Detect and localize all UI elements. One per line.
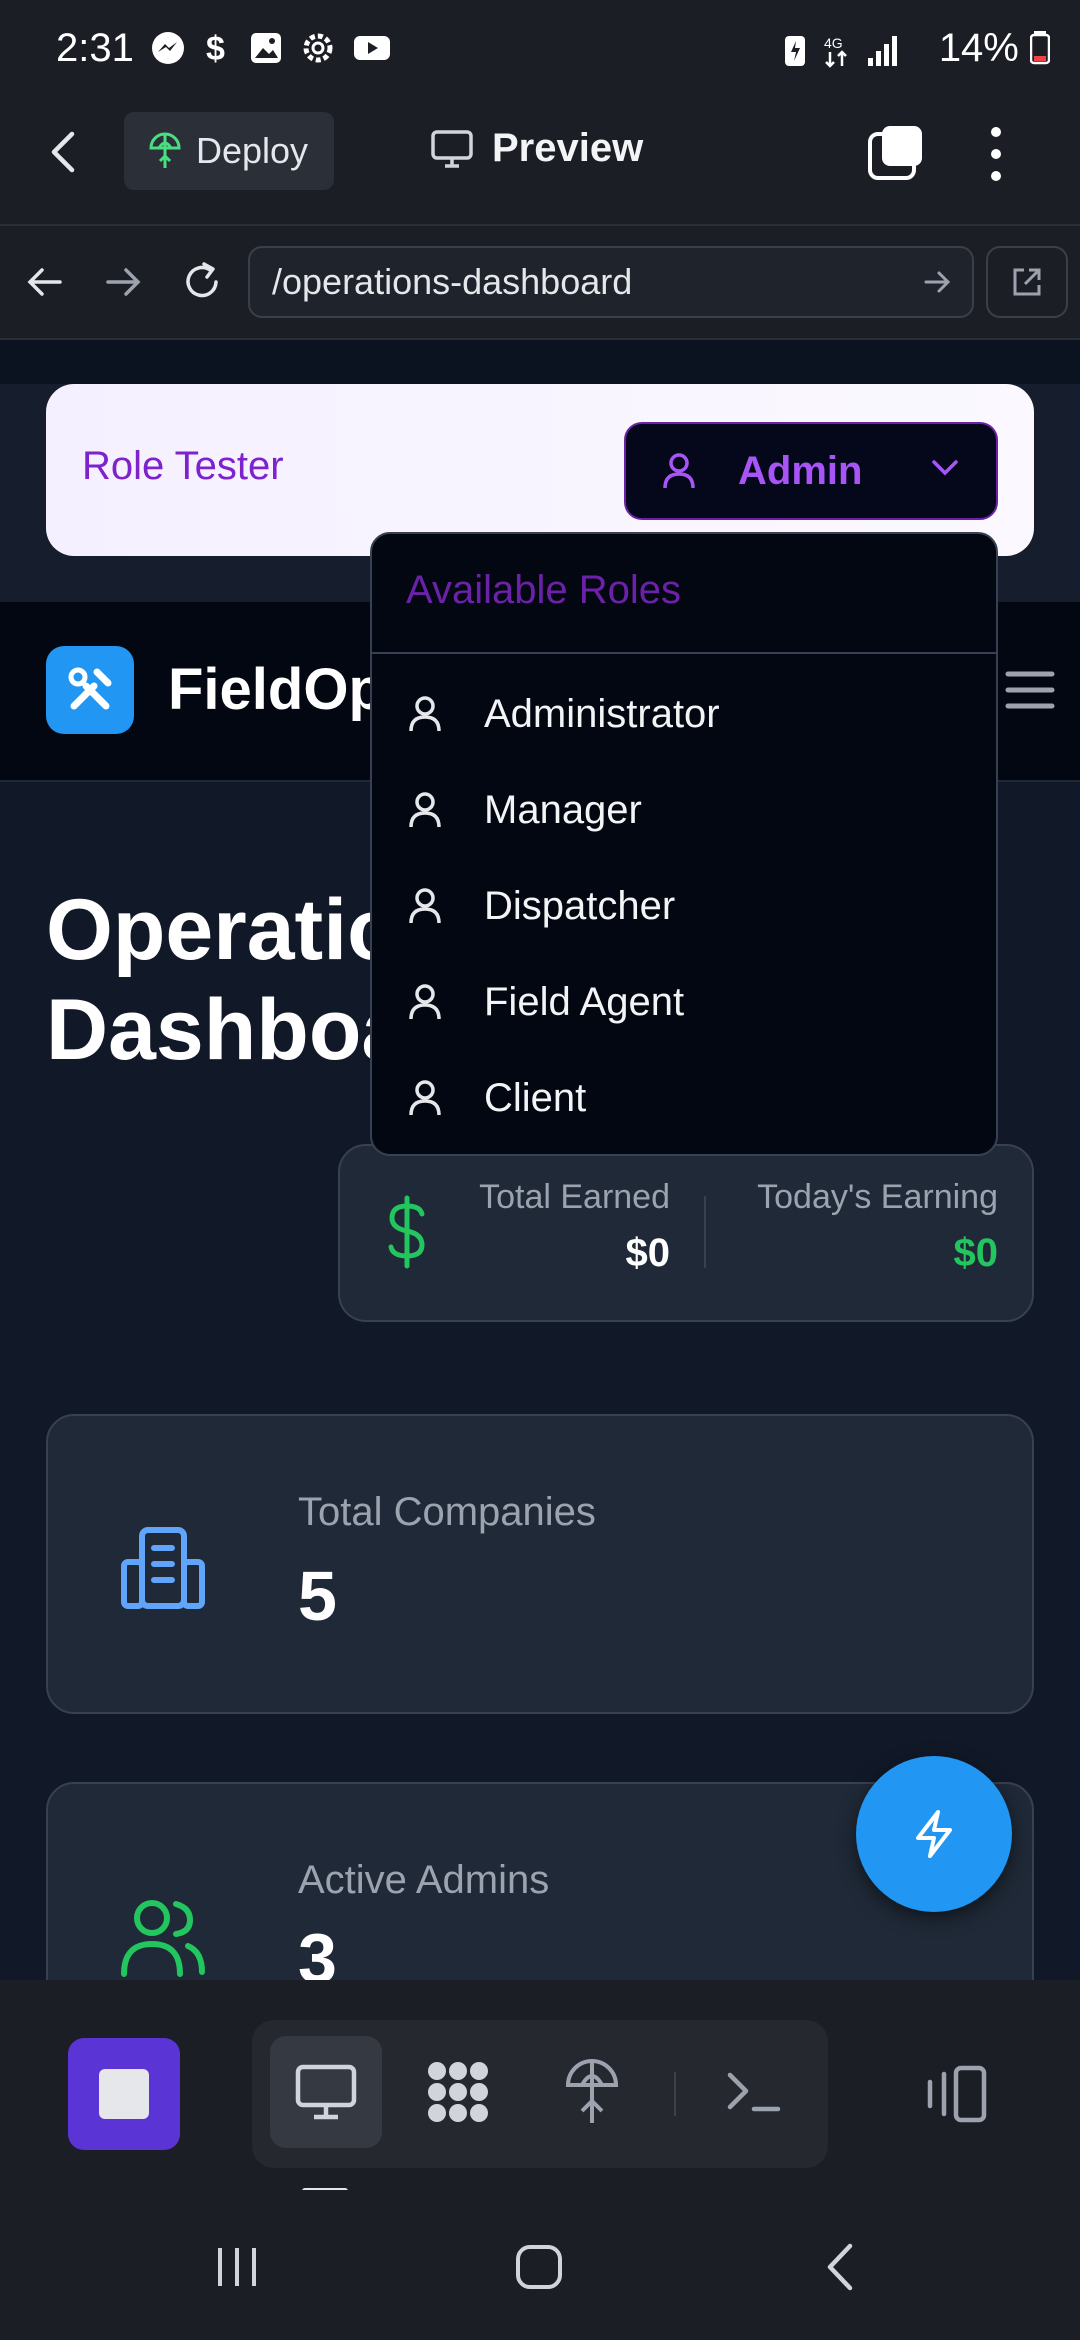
quick-action-button[interactable] bbox=[856, 1756, 1012, 1912]
user-icon bbox=[409, 1080, 441, 1116]
signal-icon bbox=[868, 36, 897, 66]
status-time: 2:31 bbox=[56, 26, 134, 70]
url-go-icon[interactable] bbox=[920, 264, 956, 300]
deploy-button[interactable]: Deploy bbox=[124, 112, 334, 190]
lightning-icon bbox=[916, 1810, 952, 1858]
system-back-icon[interactable] bbox=[822, 2242, 856, 2292]
more-options-icon[interactable] bbox=[984, 124, 1008, 184]
todays-earning: Today's Earning $0 bbox=[726, 1178, 998, 1276]
layout-toggle-icon[interactable] bbox=[922, 2064, 990, 2124]
role-option-label: Administrator bbox=[484, 691, 720, 736]
user-icon bbox=[409, 792, 441, 828]
stat-card-companies: Total Companies 5 bbox=[46, 1414, 1034, 1714]
deploy-label: Deploy bbox=[196, 130, 309, 171]
url-text: /operations-dashboard bbox=[272, 261, 633, 302]
total-earned-value: $0 bbox=[625, 1231, 671, 1275]
user-icon bbox=[663, 453, 695, 489]
nav-forward-icon[interactable] bbox=[104, 264, 144, 300]
settings-icon bbox=[303, 33, 333, 63]
monitor-icon bbox=[295, 2064, 357, 2120]
tabs-icon[interactable] bbox=[866, 122, 926, 182]
role-option-label: Field Agent bbox=[484, 979, 685, 1024]
tool-agent[interactable] bbox=[402, 2036, 514, 2148]
total-earned: Total Earned $0 bbox=[456, 1178, 670, 1276]
dollar-icon: $ bbox=[206, 30, 225, 66]
building-icon bbox=[121, 1527, 205, 1609]
role-option-administrator[interactable]: Administrator bbox=[372, 666, 996, 762]
user-icon bbox=[409, 696, 441, 732]
stop-icon bbox=[99, 2069, 149, 2119]
battery-level: 14% bbox=[939, 26, 1051, 71]
monitor-icon bbox=[431, 129, 473, 168]
deploy-icon bbox=[565, 2059, 619, 2123]
user-icon bbox=[409, 888, 441, 924]
lte-icon: 4G bbox=[824, 35, 847, 68]
svg-text:4G: 4G bbox=[824, 35, 843, 51]
deploy-icon bbox=[149, 132, 181, 168]
stop-button[interactable] bbox=[68, 2038, 180, 2150]
dropdown-header: Available Roles bbox=[372, 534, 996, 654]
role-select[interactable]: Admin bbox=[624, 422, 998, 520]
open-external-button[interactable] bbox=[986, 246, 1068, 318]
user-icon bbox=[409, 984, 441, 1020]
status-bar: 2:31 $ 4G 14% bbox=[0, 0, 1080, 100]
svg-text:$: $ bbox=[206, 30, 225, 66]
tool-preview[interactable] bbox=[270, 2036, 382, 2148]
app-bar: Deploy Preview bbox=[0, 100, 1080, 226]
tool-deploy[interactable] bbox=[536, 2036, 648, 2148]
todays-earning-label: Today's Earning bbox=[757, 1178, 998, 1216]
bottom-toolbar bbox=[0, 1980, 1080, 2190]
preview-label: Preview bbox=[492, 126, 644, 170]
messenger-icon bbox=[152, 32, 184, 64]
role-option-client[interactable]: Client bbox=[372, 1050, 996, 1146]
back-arrow-icon[interactable] bbox=[44, 130, 84, 174]
recent-apps-icon[interactable] bbox=[214, 2244, 260, 2290]
terminal-icon bbox=[727, 2072, 781, 2112]
tool-group bbox=[252, 2020, 828, 2168]
system-nav-bar bbox=[0, 2190, 1080, 2340]
external-link-icon bbox=[1013, 268, 1041, 296]
stat-label: Total Companies bbox=[298, 1490, 596, 1534]
home-icon[interactable] bbox=[514, 2244, 564, 2290]
battery-icon bbox=[1029, 31, 1051, 65]
todays-earning-value: $0 bbox=[953, 1231, 999, 1275]
logo bbox=[46, 646, 134, 734]
roles-dropdown: Available Roles Administrator Manager Di… bbox=[370, 532, 998, 1156]
total-earned-label: Total Earned bbox=[479, 1178, 670, 1216]
gallery-icon bbox=[251, 33, 281, 63]
battery-saver-icon bbox=[785, 36, 805, 66]
role-option-label: Client bbox=[484, 1075, 587, 1120]
stat-label: Active Admins bbox=[298, 1858, 550, 1902]
youtube-icon bbox=[354, 36, 390, 60]
agent-icon bbox=[428, 2062, 488, 2122]
nav-back-icon[interactable] bbox=[24, 264, 64, 300]
tools-icon bbox=[68, 667, 112, 710]
role-option-manager[interactable]: Manager bbox=[372, 762, 996, 858]
tool-shell[interactable] bbox=[698, 2036, 810, 2148]
role-option-field-agent[interactable]: Field Agent bbox=[372, 954, 996, 1050]
preview-tab[interactable]: Preview bbox=[430, 126, 643, 171]
dollar-sign-icon bbox=[388, 1195, 425, 1269]
users-icon bbox=[121, 1900, 205, 1977]
url-input[interactable]: /operations-dashboard bbox=[248, 246, 974, 318]
reload-icon[interactable] bbox=[180, 260, 224, 304]
role-select-value: Admin bbox=[738, 448, 863, 493]
stat-value: 5 bbox=[298, 1557, 337, 1635]
url-bar: /operations-dashboard bbox=[0, 226, 1080, 340]
role-option-label: Dispatcher bbox=[484, 883, 676, 928]
hamburger-menu-icon[interactable] bbox=[1004, 668, 1056, 712]
chevron-down-icon bbox=[932, 460, 958, 476]
role-option-dispatcher[interactable]: Dispatcher bbox=[372, 858, 996, 954]
role-tester-title: Role Tester bbox=[82, 444, 284, 488]
role-option-label: Manager bbox=[484, 787, 642, 832]
